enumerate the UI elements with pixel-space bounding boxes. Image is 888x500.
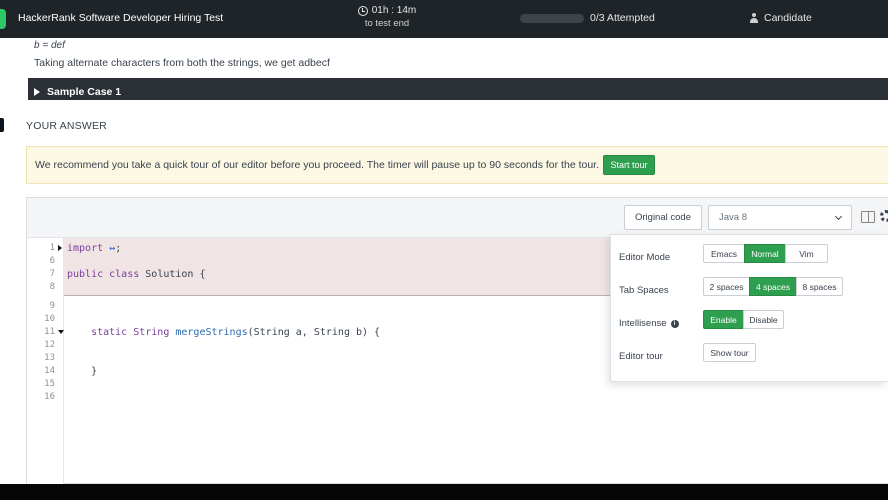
problem-explanation: Taking alternate characters from both th…	[34, 57, 330, 69]
sample-case-label: Sample Case 1	[47, 85, 122, 98]
problem-sample-line: b = def	[34, 40, 65, 51]
tour-banner-text: We recommend you take a quick tour of ou…	[35, 159, 600, 171]
editor-mode-normal-button[interactable]: Normal	[744, 244, 786, 263]
side-tab-marker	[0, 118, 4, 132]
line-number: 15	[44, 379, 55, 389]
gear-icon[interactable]	[880, 210, 888, 222]
hackerrank-logo-icon	[0, 9, 6, 29]
code-text: public class Solution {	[67, 269, 206, 280]
timer-value: 01h : 14m	[371, 5, 417, 16]
attempted-count: 0/3 Attempted	[590, 12, 655, 24]
test-timer: 01h : 14m to test end	[356, 5, 418, 29]
line-number: 8	[49, 282, 55, 292]
start-tour-button[interactable]: Start tour	[603, 155, 655, 175]
code-text: }	[67, 366, 98, 377]
intellisense-disable-button[interactable]: Disable	[743, 310, 784, 329]
line-number: 16	[44, 392, 55, 402]
line-number: 10	[44, 314, 55, 324]
attempt-progress-bar	[520, 14, 584, 23]
tab-spaces-label: Tab Spaces	[619, 285, 669, 296]
info-icon[interactable]: i	[670, 319, 679, 328]
intellisense-label-row: Intellisense i	[619, 318, 679, 329]
editor-toolbar: Original code Java 8	[27, 198, 888, 238]
line-number: 9	[49, 301, 55, 311]
bottom-edge	[0, 484, 888, 500]
fold-expanded-icon[interactable]	[58, 330, 64, 334]
top-bar: HackerRank Software Developer Hiring Tes…	[0, 0, 888, 38]
intellisense-label: Intellisense	[619, 318, 667, 329]
intellisense-enable-button[interactable]: Enable	[703, 310, 744, 329]
line-number: 14	[44, 366, 55, 376]
show-tour-button[interactable]: Show tour	[703, 343, 756, 362]
line-number: 11	[44, 327, 55, 337]
code-line[interactable]: 16	[27, 391, 888, 404]
tab-spaces-8-spaces-button[interactable]: 8 spaces	[796, 277, 843, 296]
line-number: 13	[44, 353, 55, 363]
original-code-button[interactable]: Original code	[624, 205, 702, 230]
editor-mode-group: Emacs Normal Vim	[703, 244, 828, 263]
candidate-name: Candidate	[764, 12, 812, 24]
chevron-down-icon	[834, 212, 843, 220]
clock-icon	[357, 5, 368, 16]
your-answer-heading: YOUR ANSWER	[26, 120, 107, 132]
code-text: static String mergeStrings(String a, Str…	[67, 327, 381, 338]
line-number: 1	[49, 243, 55, 253]
editor-mode-label: Editor Mode	[619, 252, 671, 263]
caret-right-icon	[34, 87, 40, 96]
tab-spaces-2-spaces-button[interactable]: 2 spaces	[703, 277, 750, 296]
line-number: 7	[49, 269, 55, 279]
intellisense-group: Enable Disable	[703, 310, 784, 329]
line-number: 6	[49, 256, 55, 266]
editor-mode-emacs-button[interactable]: Emacs	[703, 244, 745, 263]
line-number: 12	[44, 340, 55, 350]
candidate-menu[interactable]: Candidate	[749, 12, 812, 24]
tour-banner: We recommend you take a quick tour of ou…	[26, 146, 888, 184]
fullscreen-icon[interactable]	[861, 211, 875, 223]
user-icon	[749, 13, 759, 23]
tab-spaces-4-spaces-button[interactable]: 4 spaces	[749, 277, 797, 296]
editor-tour-label: Editor tour	[619, 351, 663, 362]
language-value: Java 8	[719, 212, 747, 223]
editor-mode-vim-button[interactable]: Vim	[785, 244, 828, 263]
test-title: HackerRank Software Developer Hiring Tes…	[18, 12, 224, 24]
fold-collapsed-icon[interactable]	[58, 245, 62, 251]
language-select[interactable]: Java 8	[708, 205, 852, 230]
sample-case-toggle[interactable]: Sample Case 1	[28, 78, 888, 100]
editor-settings-popover: Editor Mode Emacs Normal Vim Tab Spaces 2 …	[610, 234, 888, 382]
timer-caption: to test end	[364, 18, 410, 29]
code-text: import ↔;	[67, 243, 122, 254]
tab-spaces-group: 2 spaces 4 spaces 8 spaces	[703, 277, 843, 296]
